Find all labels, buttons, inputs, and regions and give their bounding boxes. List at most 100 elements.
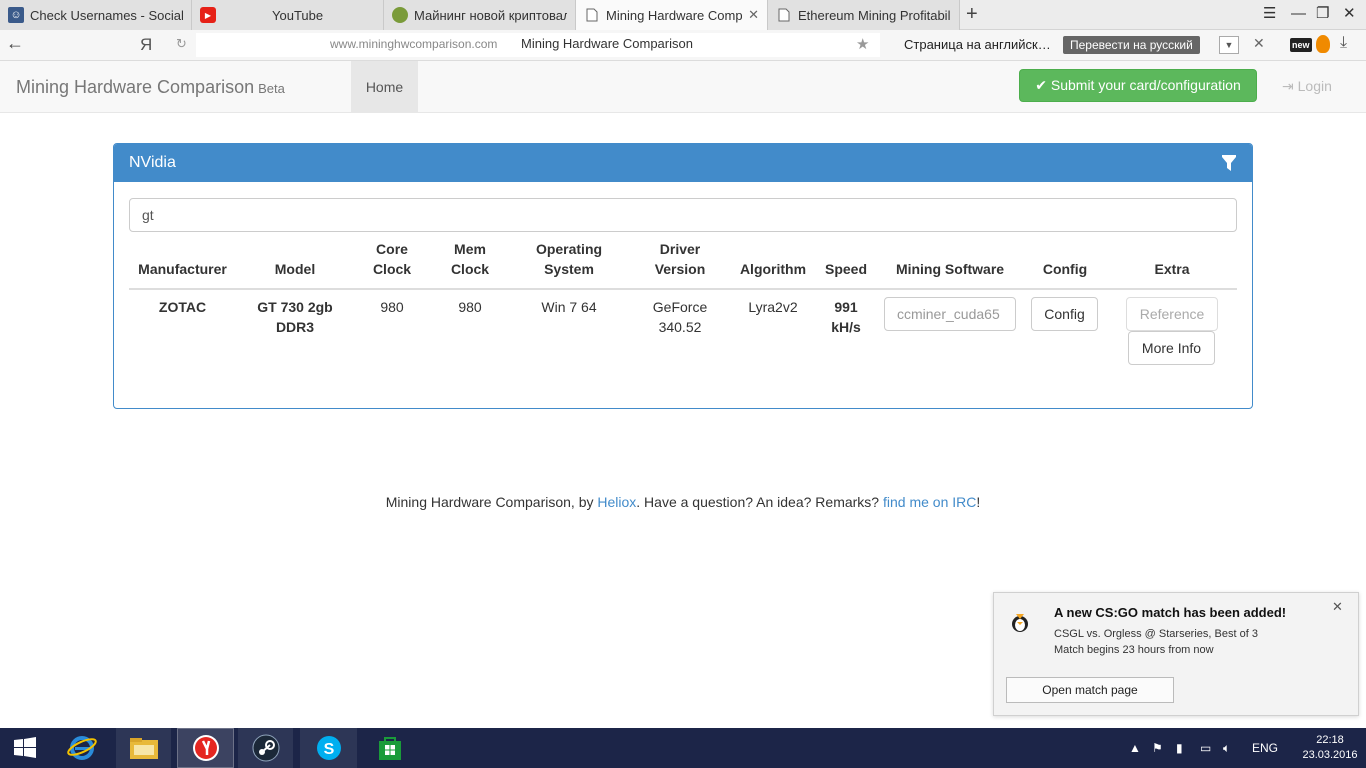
clock-date: 23.03.2016 bbox=[1302, 749, 1358, 761]
close-window-icon[interactable]: ✕ bbox=[1343, 4, 1356, 24]
tab-youtube[interactable]: ▶ YouTube bbox=[192, 0, 384, 30]
cell-speed-value: 991 bbox=[834, 299, 858, 315]
header-manufacturer[interactable]: Manufacturer bbox=[129, 259, 236, 279]
tab-label: Mining Hardware Compar bbox=[606, 7, 743, 23]
mining-software-field[interactable] bbox=[884, 297, 1016, 331]
cell-speed-unit: kH/s bbox=[831, 319, 861, 335]
header-speed[interactable]: Speed bbox=[819, 259, 873, 279]
login-icon: ⇥ bbox=[1282, 78, 1298, 94]
tab-label: Check Usernames - Social Me bbox=[30, 7, 183, 23]
tab-label: YouTube bbox=[272, 7, 324, 23]
new-tab-button[interactable]: + bbox=[966, 4, 978, 24]
svg-text:S: S bbox=[323, 741, 334, 758]
file-explorer-icon[interactable] bbox=[116, 728, 171, 768]
cell-manufacturer: ZOTAC bbox=[158, 299, 207, 315]
cell-model-line2: DDR3 bbox=[275, 319, 315, 335]
footer-middle: . Have a question? An idea? Remarks? bbox=[636, 494, 883, 510]
system-clock[interactable]: 22:18 23.03.2016 bbox=[1300, 733, 1360, 763]
fire-extension-icon[interactable] bbox=[1316, 35, 1330, 53]
header-mem-clock-line1: Mem bbox=[454, 241, 486, 257]
header-mining-software[interactable]: Mining Software bbox=[884, 259, 1016, 279]
page-icon bbox=[776, 7, 792, 23]
tab-ethereum-profitability[interactable]: Ethereum Mining Profitability bbox=[768, 0, 960, 30]
tray-app-icon[interactable]: ▮ bbox=[1176, 741, 1183, 755]
header-driver-line1: Driver bbox=[659, 241, 701, 257]
header-algorithm[interactable]: Algorithm bbox=[732, 259, 814, 279]
download-icon[interactable]: ⤓ bbox=[1340, 34, 1347, 52]
site-navbar: Mining Hardware Comparison Beta Home ✔ Su… bbox=[0, 61, 1366, 113]
network-icon[interactable]: ▭ bbox=[1200, 741, 1211, 755]
close-tab-icon[interactable]: ✕ bbox=[748, 7, 759, 23]
header-mem-clock-line2: Clock bbox=[450, 261, 490, 277]
csgo-icon bbox=[1012, 614, 1028, 632]
yandex-browser-icon[interactable] bbox=[177, 728, 234, 768]
skype-icon[interactable]: S bbox=[300, 728, 357, 768]
translate-close-icon[interactable]: ✕ bbox=[1253, 35, 1265, 52]
back-arrow-icon[interactable]: ← bbox=[6, 33, 24, 54]
clock-time: 22:18 bbox=[1316, 734, 1344, 746]
tray-expand-icon[interactable]: ▲ bbox=[1129, 741, 1141, 755]
extension-new-badge[interactable]: new bbox=[1290, 38, 1312, 52]
login-label: Login bbox=[1297, 78, 1332, 94]
menu-icon[interactable]: ☰ bbox=[1263, 4, 1276, 24]
translate-button[interactable]: Перевести на русский bbox=[1063, 36, 1200, 54]
reload-icon[interactable]: ↻ bbox=[176, 36, 187, 52]
action-center-flag-icon[interactable]: ⚑ bbox=[1152, 741, 1163, 755]
cell-model: GT 730 2gb DDR3 bbox=[242, 297, 348, 337]
author-link[interactable]: Heliox bbox=[597, 494, 636, 510]
submit-configuration-button[interactable]: ✔ Submit your card/configuration bbox=[1019, 69, 1257, 102]
cell-core-clock: 980 bbox=[380, 299, 404, 315]
header-extra[interactable]: Extra bbox=[1126, 259, 1218, 279]
translate-options-chevron-icon[interactable]: ▼ bbox=[1219, 36, 1239, 54]
config-button[interactable]: Config bbox=[1031, 297, 1098, 331]
tab-label: Майнинг новой криптовалю bbox=[414, 7, 567, 23]
youtube-icon: ▶ bbox=[200, 7, 216, 23]
tab-check-usernames[interactable]: ☺ Check Usernames - Social Me bbox=[0, 0, 192, 30]
steam-icon[interactable] bbox=[238, 728, 293, 768]
table-header-divider bbox=[129, 288, 1237, 290]
filter-icon[interactable] bbox=[1222, 155, 1236, 171]
cell-driver-version: GeForce 340.52 bbox=[640, 297, 720, 337]
restore-icon[interactable]: ❐ bbox=[1316, 4, 1329, 24]
header-driver-line2: Version bbox=[654, 261, 706, 277]
windows-taskbar: S ▲ ⚑ ▮ ▭ 🔈︎ ENG 22:18 23.03.2016 bbox=[0, 728, 1366, 768]
language-indicator[interactable]: ENG bbox=[1252, 741, 1278, 755]
nav-home[interactable]: Home bbox=[351, 61, 418, 113]
cell-speed: 991 kH/s bbox=[819, 297, 873, 337]
header-driver-version[interactable]: Driver Version bbox=[640, 239, 720, 279]
footer-suffix: ! bbox=[976, 494, 981, 510]
url-page-title[interactable]: Mining Hardware Comparison bbox=[521, 36, 693, 51]
header-mem-clock[interactable]: Mem Clock bbox=[440, 239, 500, 279]
site-brand[interactable]: Mining Hardware Comparison Beta bbox=[16, 77, 285, 98]
more-info-button[interactable]: More Info bbox=[1128, 331, 1215, 365]
social-favicon-icon: ☺ bbox=[8, 7, 24, 23]
search-input[interactable] bbox=[129, 198, 1237, 232]
irc-link[interactable]: find me on IRC bbox=[883, 494, 976, 510]
reference-button[interactable]: Reference bbox=[1126, 297, 1218, 331]
bookmark-star-icon[interactable]: ★ bbox=[856, 35, 869, 53]
header-config[interactable]: Config bbox=[1030, 259, 1100, 279]
cell-operating-system: Win 7 64 bbox=[541, 299, 597, 315]
yandex-logo[interactable]: Я bbox=[140, 35, 152, 55]
tab-mining-crypto[interactable]: Майнинг новой криптовалю bbox=[384, 0, 576, 30]
header-model[interactable]: Model bbox=[242, 259, 348, 279]
beta-label: Beta bbox=[258, 81, 285, 96]
windows-store-icon[interactable] bbox=[362, 728, 417, 768]
page-icon bbox=[584, 7, 600, 23]
header-operating-system[interactable]: Operating System bbox=[524, 239, 614, 279]
windows-start-icon[interactable] bbox=[8, 728, 42, 768]
url-domain[interactable]: www.mininghwcomparison.com bbox=[330, 37, 497, 51]
tab-mining-hardware-comparison[interactable]: Mining Hardware Compar ✕ bbox=[576, 0, 768, 30]
internet-explorer-icon[interactable] bbox=[60, 728, 104, 768]
header-core-clock[interactable]: Core Clock bbox=[362, 239, 422, 279]
open-match-page-button[interactable]: Open match page bbox=[1006, 677, 1174, 703]
header-core-clock-line1: Core bbox=[376, 241, 408, 257]
volume-icon[interactable]: 🔈︎ bbox=[1223, 741, 1230, 756]
panel-title: NVidia bbox=[129, 154, 176, 171]
cell-model-line1: GT 730 2gb bbox=[257, 299, 333, 315]
browser-tab-bar: ☺ Check Usernames - Social Me ▶ YouTube … bbox=[0, 0, 1366, 30]
address-bar: ← Я ↻ www.mininghwcomparison.com Mining … bbox=[0, 30, 1366, 61]
notification-close-icon[interactable]: ✕ bbox=[1332, 599, 1343, 615]
minimize-icon[interactable]: — bbox=[1291, 4, 1306, 24]
login-link[interactable]: ⇥ Login bbox=[1282, 78, 1332, 95]
